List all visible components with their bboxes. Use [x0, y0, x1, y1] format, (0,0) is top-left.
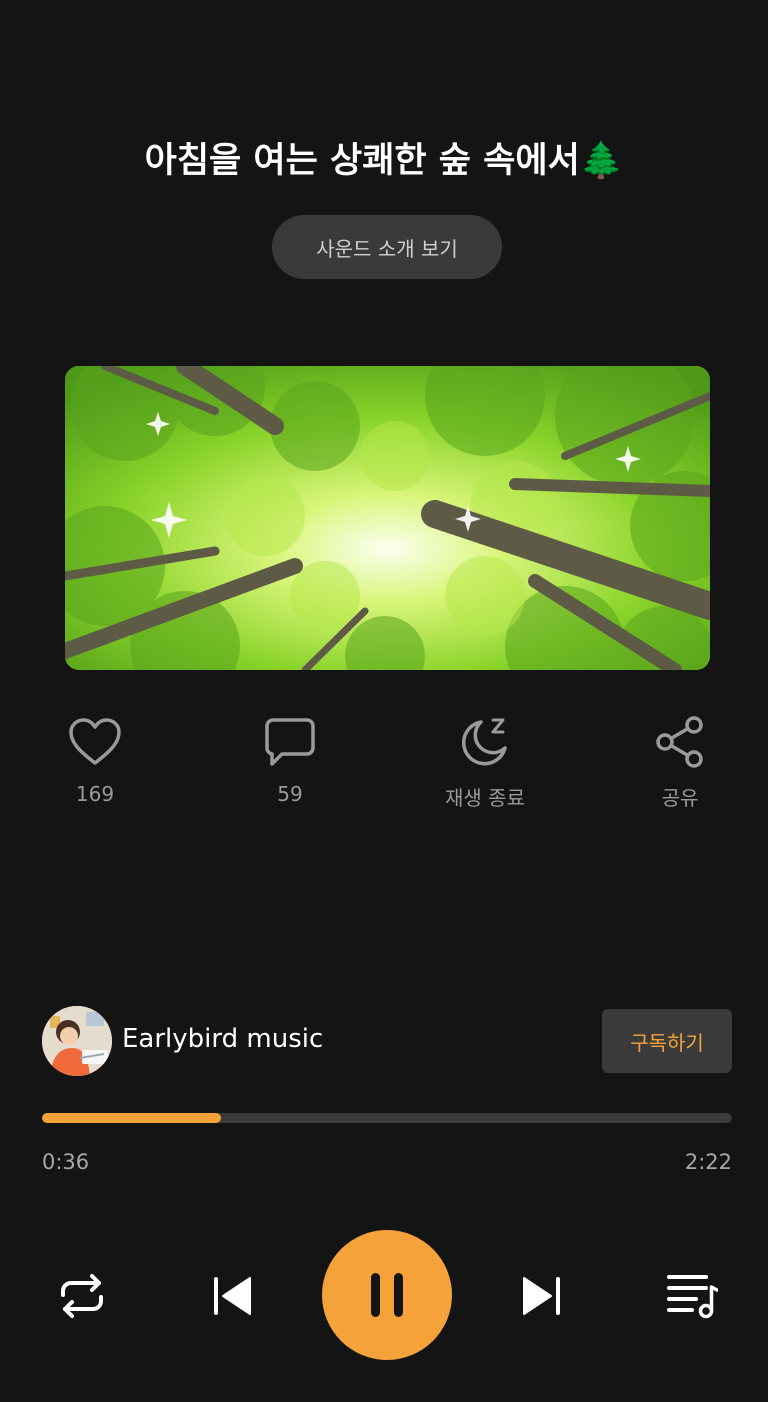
pause-icon [371, 1273, 403, 1317]
playlist-button[interactable] [662, 1268, 722, 1324]
page-title: 아침을 여는 상쾌한 숲 속에서🌲 [0, 136, 768, 186]
share-icon [650, 712, 710, 772]
channel-name[interactable]: Earlybird music [122, 1024, 323, 1054]
sleep-timer-icon [455, 712, 515, 772]
like-button[interactable]: 169 [35, 712, 155, 806]
total-time: 2:22 [684, 1150, 732, 1174]
playlist-icon [667, 1275, 718, 1319]
tree-icon: 🌲 [579, 141, 624, 181]
repeat-icon [61, 1274, 103, 1318]
cover-image [65, 366, 710, 670]
sleep-timer-label: 재생 종료 [445, 786, 525, 810]
title-text: 아침을 여는 상쾌한 숲 속에서 [144, 141, 580, 181]
action-bar: 169 59 재생 종료 공유 [0, 712, 768, 822]
comment-button[interactable]: 59 [230, 712, 350, 806]
previous-button[interactable] [204, 1268, 260, 1324]
sound-intro-label: 사운드 소개 보기 [316, 236, 458, 261]
progress-bar[interactable] [42, 1113, 732, 1123]
pause-button[interactable] [322, 1230, 452, 1360]
next-button[interactable] [514, 1268, 570, 1324]
comment-icon [260, 712, 320, 772]
channel-avatar[interactable] [42, 1006, 112, 1076]
progress-fill [42, 1113, 221, 1123]
repeat-button[interactable] [52, 1268, 112, 1324]
share-button[interactable]: 공유 [620, 712, 740, 811]
sleep-timer-button[interactable]: 재생 종료 [425, 712, 545, 811]
previous-icon [214, 1277, 251, 1315]
like-count: 169 [75, 782, 115, 806]
comment-count: 59 [277, 782, 303, 806]
share-label: 공유 [661, 786, 699, 810]
subscribe-button[interactable]: 구독하기 [602, 1009, 732, 1073]
forest-canopy-illustration [65, 366, 710, 670]
next-icon [523, 1277, 560, 1315]
heart-icon [65, 712, 125, 772]
channel-row: Earlybird music 구독하기 [42, 1006, 732, 1076]
subscribe-label: 구독하기 [630, 1030, 704, 1055]
sound-intro-button[interactable]: 사운드 소개 보기 [272, 215, 502, 279]
player-controls [0, 1228, 768, 1362]
current-time: 0:36 [42, 1150, 90, 1174]
